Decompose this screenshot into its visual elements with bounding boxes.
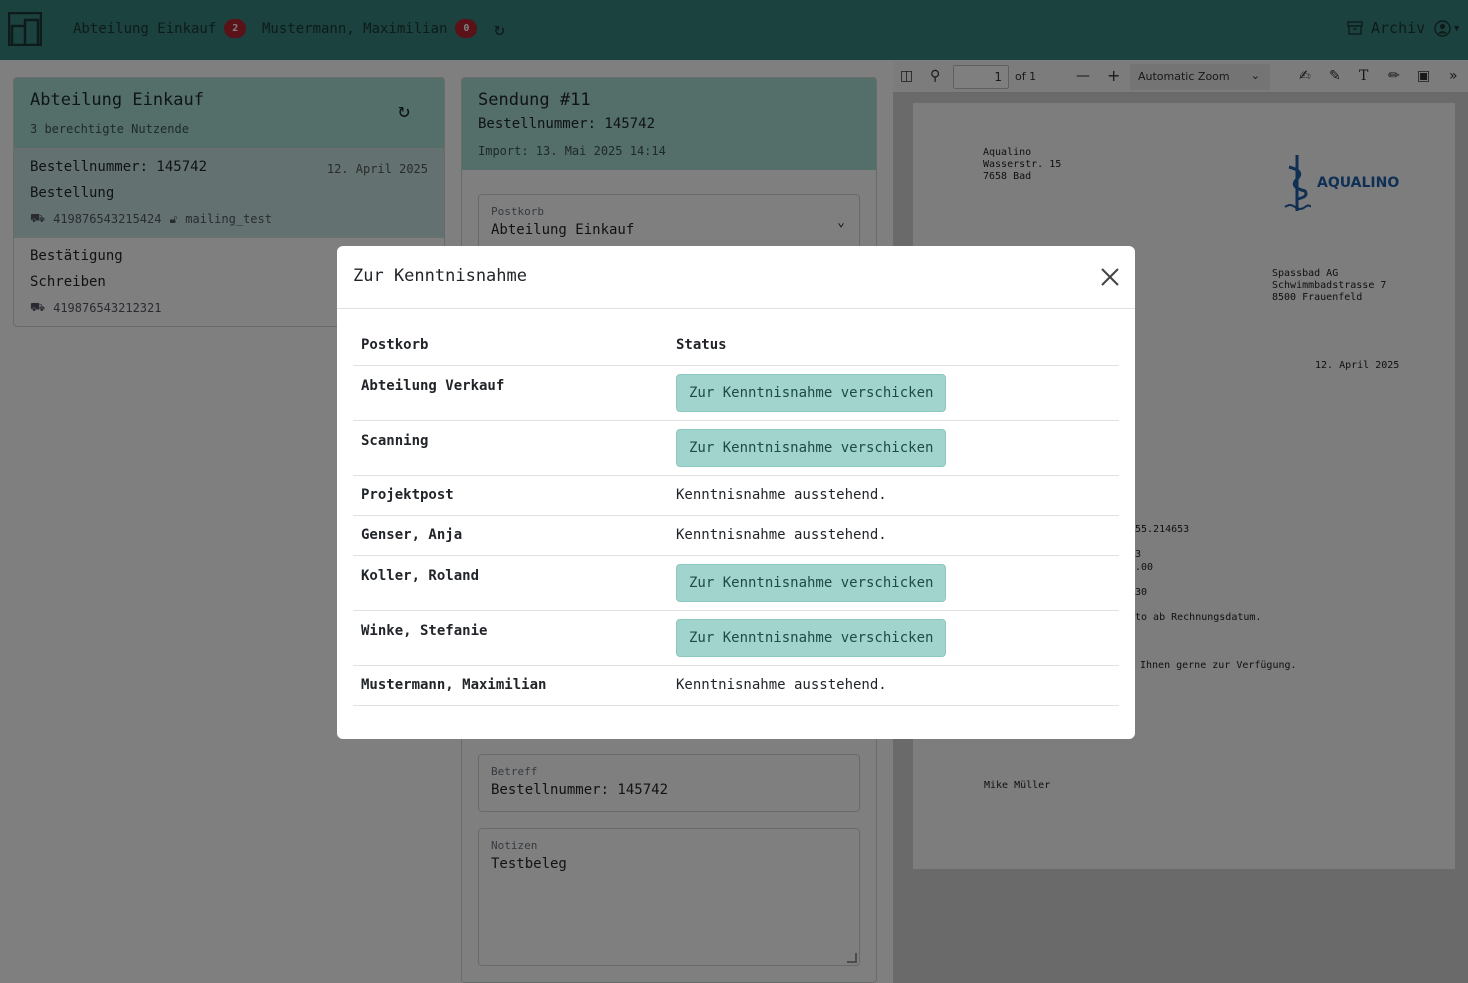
row-postkorb: Genser, Anja xyxy=(353,515,668,556)
table-row: Mustermann, Maximilian Kenntnisnahme aus… xyxy=(353,665,1119,706)
send-acknowledgement-button[interactable]: Zur Kenntnisnahme verschicken xyxy=(676,619,947,657)
acknowledgement-modal: Zur Kenntnisnahme Postkorb Status Abteil… xyxy=(337,246,1135,739)
row-status-text: Kenntnisnahme ausstehend. xyxy=(668,515,1119,556)
acknowledgement-table: Postkorb Status Abteilung Verkauf Zur Ke… xyxy=(353,325,1119,706)
row-postkorb: Scanning xyxy=(353,420,668,476)
row-postkorb: Koller, Roland xyxy=(353,555,668,611)
table-row: Projektpost Kenntnisnahme ausstehend. xyxy=(353,475,1119,516)
close-icon[interactable] xyxy=(1099,266,1121,288)
send-acknowledgement-button[interactable]: Zur Kenntnisnahme verschicken xyxy=(676,564,947,602)
table-row: Scanning Zur Kenntnisnahme verschicken xyxy=(353,420,1119,476)
row-postkorb: Abteilung Verkauf xyxy=(353,365,668,421)
send-acknowledgement-button[interactable]: Zur Kenntnisnahme verschicken xyxy=(676,374,947,412)
modal-title: Zur Kenntnisnahme xyxy=(353,266,527,286)
row-postkorb: Winke, Stefanie xyxy=(353,610,668,666)
send-acknowledgement-button[interactable]: Zur Kenntnisnahme verschicken xyxy=(676,429,947,467)
table-row: Genser, Anja Kenntnisnahme ausstehend. xyxy=(353,515,1119,556)
table-row: Winke, Stefanie Zur Kenntnisnahme versch… xyxy=(353,610,1119,666)
table-row: Abteilung Verkauf Zur Kenntnisnahme vers… xyxy=(353,365,1119,421)
row-status-text: Kenntnisnahme ausstehend. xyxy=(668,665,1119,706)
table-row: Koller, Roland Zur Kenntnisnahme verschi… xyxy=(353,555,1119,611)
row-postkorb: Mustermann, Maximilian xyxy=(353,665,668,706)
row-status-text: Kenntnisnahme ausstehend. xyxy=(668,475,1119,516)
row-postkorb: Projektpost xyxy=(353,475,668,516)
modal-header: Zur Kenntnisnahme xyxy=(337,246,1135,309)
modal-body: Postkorb Status Abteilung Verkauf Zur Ke… xyxy=(337,309,1135,722)
column-header-postkorb: Postkorb xyxy=(353,325,668,366)
column-header-status: Status xyxy=(668,325,1119,366)
